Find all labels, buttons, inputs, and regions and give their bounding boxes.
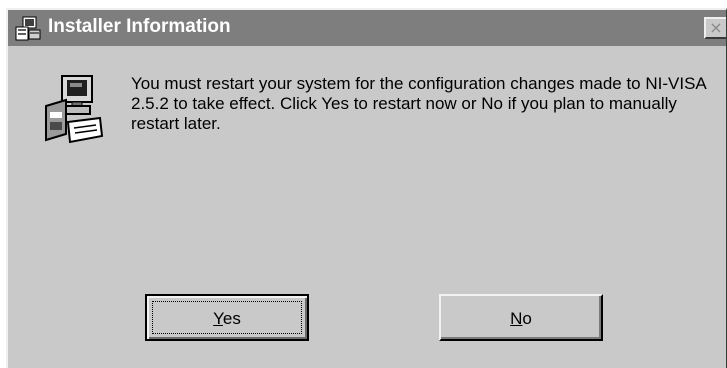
computer-setup-icon — [45, 75, 104, 144]
close-icon: × — [709, 18, 723, 37]
no-button[interactable]: No — [439, 294, 603, 341]
title-bar[interactable]: Installer Information × — [8, 10, 726, 46]
no-hotkey: N — [510, 309, 523, 328]
yes-hotkey: Y — [213, 309, 223, 328]
installer-icon — [15, 16, 41, 41]
close-button[interactable]: × — [704, 17, 726, 39]
no-button-label: No — [441, 309, 601, 329]
yes-label-rest: es — [222, 309, 241, 328]
restart-message: You must restart your system for the con… — [131, 74, 706, 133]
dialog-title: Installer Information — [48, 16, 231, 37]
yes-button-label: Yes — [147, 309, 307, 329]
no-label-rest: o — [522, 309, 532, 328]
yes-button[interactable]: Yes — [145, 294, 309, 341]
installer-information-dialog: Installer Information × You must restart… — [6, 8, 727, 368]
